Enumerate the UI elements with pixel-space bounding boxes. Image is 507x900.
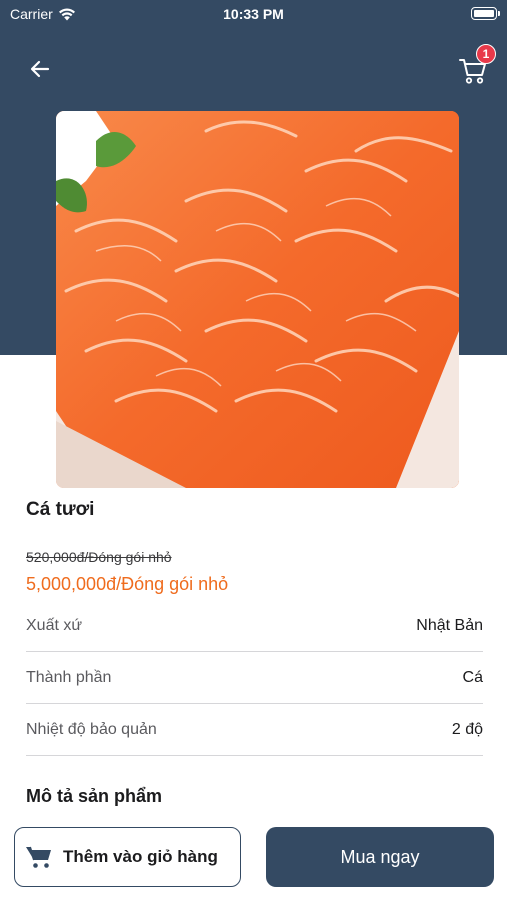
cart-icon xyxy=(26,846,51,868)
spec-label: Xuất xứ xyxy=(26,616,83,634)
add-to-cart-label: Thêm vào giỏ hàng xyxy=(63,847,218,866)
spec-value: 2 độ xyxy=(451,720,483,738)
status-bar: Carrier 10:33 PM xyxy=(0,0,507,28)
status-time: 10:33 PM xyxy=(223,6,284,22)
arrow-left-icon xyxy=(30,60,50,78)
battery-icon xyxy=(471,7,500,20)
product-image xyxy=(56,111,459,488)
cart-button[interactable]: 1 xyxy=(458,44,496,86)
original-price: 520,000đ/Đóng gói nhỏ xyxy=(26,549,172,565)
spec-value: Cá xyxy=(462,668,483,686)
spec-row-ingredients: Thành phần Cá xyxy=(26,652,483,704)
sale-price: 5,000,000đ/Đóng gói nhỏ xyxy=(26,574,229,594)
cart-count-badge: 1 xyxy=(476,44,496,64)
product-name: Cá tươi xyxy=(26,499,95,520)
buy-now-label: Mua ngay xyxy=(340,846,420,867)
spec-value: Nhật Bản xyxy=(416,616,483,634)
description-title: Mô tả sản phẩm xyxy=(26,786,163,806)
spec-row-origin: Xuất xứ Nhật Bản xyxy=(26,600,483,652)
back-button[interactable] xyxy=(24,53,56,85)
spec-label: Nhiệt độ bảo quản xyxy=(26,720,157,738)
spec-row-storage-temperature: Nhiệt độ bảo quản 2 độ xyxy=(26,704,483,756)
buy-now-button[interactable]: Mua ngay xyxy=(266,827,494,887)
salmon-sashimi-image xyxy=(56,111,459,488)
spec-label: Thành phần xyxy=(26,668,112,686)
add-to-cart-button[interactable]: Thêm vào giỏ hàng xyxy=(14,827,241,887)
